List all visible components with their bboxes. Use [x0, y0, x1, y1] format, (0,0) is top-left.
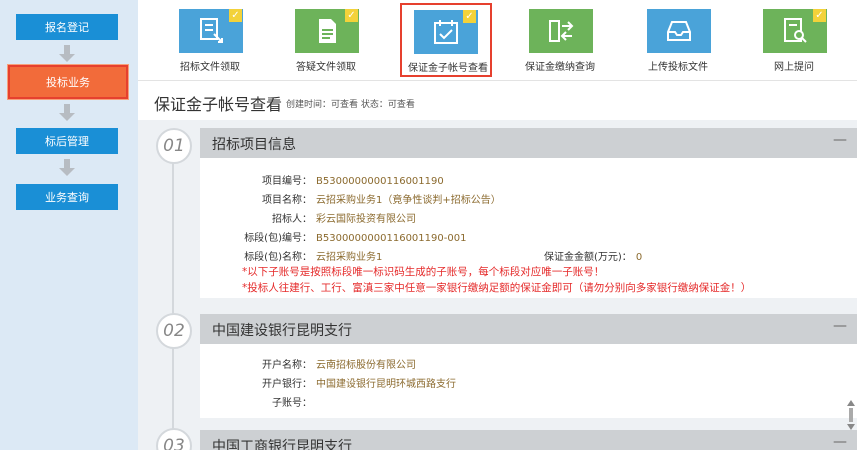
- section-header: 招标项目信息 —: [200, 128, 857, 158]
- sidebar: 报名登记 投标业务 标后管理 业务查询: [0, 0, 138, 450]
- section-body-ccb: 开户名称： 云南招标股份有限公司 开户银行： 中国建设银行昆明环城西路支行 子账号：: [200, 344, 857, 418]
- field-value: B5300000000116001190-001: [316, 233, 467, 244]
- field-value: B5300000000116001190: [316, 176, 444, 187]
- check-icon: ✓: [345, 9, 358, 22]
- field-label: 标段(包)名称：: [244, 252, 312, 263]
- page-title: 保证金子帐号查看: [154, 95, 283, 114]
- tool-deposit-subaccount[interactable]: ✓ 保证金子帐号查看: [400, 3, 492, 77]
- field-value: 中国建设银行昆明环城西路支行: [316, 379, 456, 390]
- field-value: 云招采购业务1（竟争性谈判+招标公告）: [316, 195, 501, 206]
- sidebar-item-registration[interactable]: 报名登记: [16, 14, 118, 40]
- page-header: 保证金子帐号查看 创建时间：可查看 状态：可查看: [138, 80, 857, 120]
- field-row: 项目编号： B5300000000116001190: [200, 172, 444, 187]
- tool-bid-doc-download[interactable]: ✓ 招标文件领取: [170, 6, 250, 74]
- content-area: 01 招标项目信息 — 项目编号： B5300000000116001190 项目…: [138, 120, 857, 450]
- warning-text: *投标人往建行、工行、富滇三家中任意一家银行缴纳足额的保证金即可（请勿分别向多家…: [242, 282, 752, 294]
- field-row: 项目名称： 云招采购业务1（竟争性谈判+招标公告）: [200, 191, 501, 206]
- field-label: 标段(包)编号：: [244, 233, 312, 244]
- deposit-row: 保证金金额(万元)： 0: [544, 248, 642, 263]
- sidebar-item-post-bid[interactable]: 标后管理: [16, 128, 118, 154]
- deposit-label: 保证金金额(万元)：: [544, 252, 632, 263]
- field-row: 招标人： 彩云国际投资有限公司: [200, 210, 416, 225]
- section-header: 中国建设银行昆明支行 —: [200, 314, 857, 344]
- field-label: 子账号：: [272, 398, 312, 409]
- collapse-button[interactable]: —: [833, 132, 847, 148]
- tool-label: 上传投标文件: [648, 62, 708, 73]
- collapse-button[interactable]: —: [833, 318, 847, 334]
- section-number: 02: [156, 313, 192, 349]
- tool-label: 答疑文件领取: [296, 62, 356, 73]
- exchange-icon: [529, 9, 593, 53]
- field-row: 开户银行： 中国建设银行昆明环城西路支行: [200, 375, 456, 390]
- section-number: 01: [156, 128, 192, 164]
- page-meta: 创建时间：可查看 状态：可查看: [286, 100, 415, 110]
- tool-label: 保证金缴纳查询: [525, 62, 595, 73]
- timeline-line: [172, 130, 174, 450]
- toolbar: ✓ 招标文件领取 ✓ 答疑文件领取 ✓ 保证金子帐号查看 保证金缴纳查询 上传投…: [138, 0, 857, 78]
- field-label: 招标人：: [272, 214, 312, 225]
- field-value: 彩云国际投资有限公司: [316, 214, 416, 225]
- field-label: 项目名称：: [262, 195, 312, 206]
- deposit-value: 0: [635, 252, 643, 263]
- tool-label: 保证金子帐号查看: [408, 63, 488, 74]
- field-row: 标段(包)名称： 云招采购业务1: [200, 248, 382, 263]
- field-row: 子账号：: [200, 394, 316, 409]
- section-title: 中国建设银行昆明支行: [212, 323, 352, 339]
- collapse-button[interactable]: —: [833, 434, 847, 450]
- field-label: 开户银行：: [262, 379, 312, 390]
- section-body-project: 项目编号： B5300000000116001190 项目名称： 云招采购业务1（竟…: [200, 158, 857, 298]
- section-title: 招标项目信息: [212, 137, 296, 153]
- section-header: 中国工商银行昆明支行 —: [200, 430, 857, 450]
- tool-online-question[interactable]: ✓ 网上提问: [754, 6, 834, 74]
- arrow-down-icon: [59, 104, 75, 122]
- warning-text: *以下子账号是按照标段唯一标识码生成的子账号，每个标段对应唯一子账号！: [242, 266, 605, 278]
- tool-upload-bid-file[interactable]: 上传投标文件: [638, 6, 718, 74]
- section-number: 03: [156, 428, 192, 450]
- tool-qa-doc-download[interactable]: ✓ 答疑文件领取: [286, 6, 366, 74]
- field-row: 开户名称： 云南招标股份有限公司: [200, 356, 416, 371]
- field-label: 项目编号：: [262, 176, 312, 187]
- check-icon: ✓: [463, 10, 476, 23]
- check-icon: ✓: [229, 9, 242, 22]
- arrow-down-icon: [59, 159, 75, 177]
- scroll-handle-icon[interactable]: [847, 400, 855, 430]
- field-value: 云南招标股份有限公司: [316, 360, 416, 371]
- sidebar-item-bidding[interactable]: 投标业务: [8, 65, 128, 99]
- field-row: 标段(包)编号： B5300000000116001190-001: [200, 229, 466, 244]
- tool-label: 网上提问: [774, 62, 814, 73]
- arrow-down-icon: [59, 45, 75, 63]
- field-label: 开户名称：: [262, 360, 312, 371]
- field-value: 云招采购业务1: [316, 252, 383, 263]
- sidebar-item-business-query[interactable]: 业务查询: [16, 184, 118, 210]
- tray-upload-icon: [647, 9, 711, 53]
- section-title: 中国工商银行昆明支行: [212, 439, 352, 450]
- tool-label: 招标文件领取: [180, 62, 240, 73]
- check-icon: ✓: [813, 9, 826, 22]
- tool-deposit-payment-query[interactable]: 保证金缴纳查询: [520, 6, 600, 74]
